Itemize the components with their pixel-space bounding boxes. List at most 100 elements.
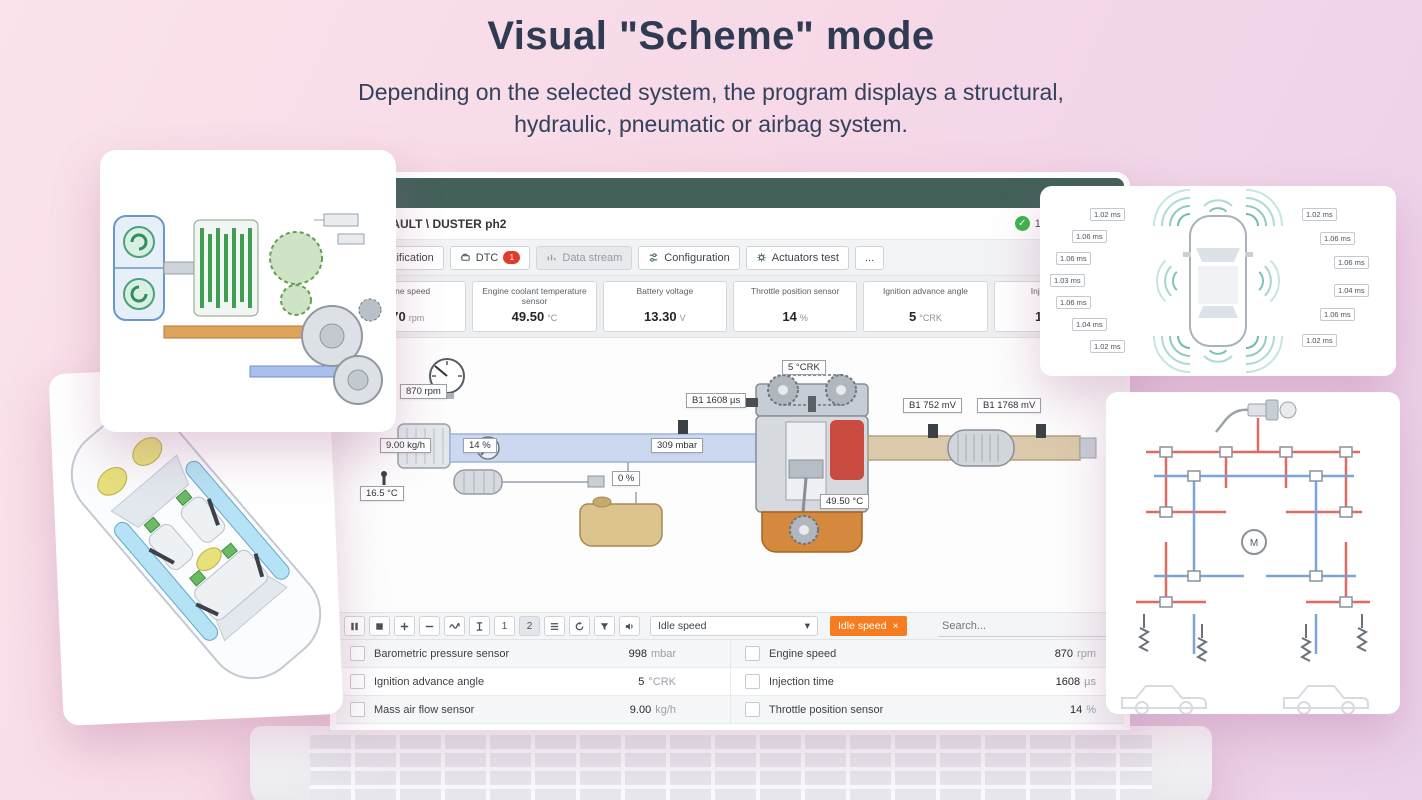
sensor-card-coolant-temp[interactable]: Engine coolant temperature sensor 49.50 °… <box>472 281 597 332</box>
sensor-card-row: Engine speed 870rpm Engine coolant tempe… <box>336 276 1124 338</box>
group-select-value: Idle speed <box>658 620 707 632</box>
page-title: Visual "Scheme" mode <box>487 14 935 58</box>
label-intake-air-temp: 16.5 °C <box>360 486 404 501</box>
filter-tag-idle-speed[interactable]: Idle speed × <box>830 616 907 636</box>
row-checkbox[interactable] <box>350 674 365 689</box>
row-checkbox[interactable] <box>350 646 365 661</box>
row-checkbox[interactable] <box>745 674 760 689</box>
label-mass-air-flow: 9.00 kg/h <box>380 438 432 453</box>
pause-button[interactable] <box>344 616 365 636</box>
sensor-card-unit: °C <box>547 313 558 323</box>
parameter-table: Barometric pressure sensor 998 mbar Engin… <box>336 640 1124 724</box>
zoom-out-button[interactable] <box>419 616 440 636</box>
sensor-card-unit: °CRK <box>919 313 942 323</box>
table-row: Ignition advance angle 5 °CRK Injection t… <box>336 668 1124 696</box>
motor-label: M <box>1250 538 1258 549</box>
pause-icon <box>351 622 358 630</box>
tab-actuators-test-label: Actuators test <box>771 251 839 264</box>
marker-icon <box>476 621 483 631</box>
sensor-card-battery-voltage[interactable]: Battery voltage 13.30 V <box>602 281 727 332</box>
param-unit: kg/h <box>655 703 676 716</box>
label-manifold-pressure: 309 mbar <box>651 438 704 453</box>
label-lambda-upstream: B1 752 mV <box>903 398 962 413</box>
label-purge-valve: 0 % <box>612 471 641 486</box>
param-name: Barometric pressure sensor <box>374 647 510 660</box>
sensor-time-label: 1.04 ms <box>1334 284 1369 297</box>
tab-data-stream[interactable]: Data stream <box>536 245 633 270</box>
refresh-button[interactable] <box>569 616 590 636</box>
list-icon <box>550 622 559 630</box>
sound-button[interactable] <box>619 616 640 636</box>
page: Visual "Scheme" mode Depending on the se… <box>0 0 1422 800</box>
row-checkbox[interactable] <box>745 702 760 717</box>
sensor-time-label: 1.06 ms <box>1320 308 1355 321</box>
sensor-time-label: 1.06 ms <box>1334 256 1369 269</box>
table-row: Barometric pressure sensor 998 mbar Engin… <box>336 640 1124 668</box>
group-select[interactable]: Idle speed ▾ <box>650 616 818 636</box>
label-ignition-advance: 5 °CRK <box>782 360 826 375</box>
hydraulic-scheme-illustration: M <box>1121 399 1370 714</box>
param-unit: °CRK <box>648 675 676 688</box>
plus-icon <box>400 622 409 630</box>
page-1-button[interactable]: 1 <box>494 616 515 636</box>
laptop-keyboard <box>310 733 1152 800</box>
sensor-card-throttle-position[interactable]: Throttle position sensor 14% <box>732 281 858 332</box>
sensor-card-unit: % <box>799 313 808 323</box>
label-coolant-temp: 49.50 °C <box>820 494 870 509</box>
table-cell: Injection time 1608 µs <box>730 668 1124 695</box>
sensor-card-value: 5 <box>909 309 917 324</box>
table-cell: Mass air flow sensor 9.00 kg/h <box>336 696 730 723</box>
sensor-card-value: 13.30 <box>644 309 677 324</box>
player-toolbar: 1 2 Idle speed ▾ Idle speed × <box>336 612 1124 640</box>
page-subtitle: Depending on the selected system, the pr… <box>0 76 1422 140</box>
tab-actuators-test[interactable]: Actuators test <box>745 245 849 270</box>
label-lambda-downstream: B1 1768 mV <box>977 398 1042 413</box>
refresh-icon <box>575 621 584 630</box>
row-checkbox[interactable] <box>745 646 760 661</box>
tab-configuration[interactable]: Configuration <box>638 245 740 270</box>
speaker-icon <box>625 622 633 630</box>
sensor-time-label: 1.03 ms <box>1050 274 1085 287</box>
param-unit: mbar <box>650 647 676 660</box>
param-value: 998 <box>628 647 647 660</box>
sensor-card-name: Throttle position sensor <box>750 286 840 296</box>
label-engine-speed: 870 rpm <box>400 384 447 399</box>
tab-data-stream-label: Data stream <box>562 251 623 264</box>
marker-button[interactable] <box>469 616 490 636</box>
stop-button[interactable] <box>369 616 390 636</box>
zoom-in-button[interactable] <box>394 616 415 636</box>
param-unit: µs <box>1084 675 1096 688</box>
tab-configuration-label: Configuration <box>664 251 730 264</box>
sensor-time-label: 1.02 ms <box>1302 208 1337 221</box>
search-input[interactable] <box>938 615 1116 637</box>
filter-button[interactable] <box>594 616 615 636</box>
tab-more[interactable]: ... <box>855 245 885 270</box>
connected-check-icon: ✓ <box>1014 216 1030 231</box>
app-titlebar <box>336 178 1124 208</box>
table-cell: Ignition advance angle 5 °CRK <box>336 668 730 695</box>
hydraulic-scheme-card: M <box>1106 392 1400 714</box>
chevron-down-icon: ▾ <box>804 620 810 632</box>
data-stream-icon <box>547 254 556 261</box>
sensor-card-name: Engine coolant temperature sensor <box>482 286 587 307</box>
param-value: 870 <box>1054 647 1074 660</box>
vehicle-header: RENAULT \ DUSTER ph2 ✓ 13. <box>336 208 1124 240</box>
tab-dtc[interactable]: DTC 1 <box>449 245 531 270</box>
table-cell: Engine speed 870 rpm <box>730 640 1124 667</box>
param-name: Mass air flow sensor <box>374 703 475 716</box>
row-checkbox[interactable] <box>350 702 365 717</box>
sensor-card-unit: rpm <box>408 313 425 323</box>
param-name: Engine speed <box>769 647 837 660</box>
sensor-card-ignition-advance[interactable]: Ignition advance angle 5 °CRK <box>863 281 988 332</box>
sensor-time-label: 1.02 ms <box>1302 334 1337 347</box>
dtc-icon <box>460 253 470 261</box>
waveform-button[interactable] <box>444 616 465 636</box>
page-2-button[interactable]: 2 <box>519 616 540 636</box>
param-name: Throttle position sensor <box>769 703 884 716</box>
param-unit: rpm <box>1077 647 1096 660</box>
label-throttle-position: 14 % <box>463 438 497 453</box>
list-view-button[interactable] <box>544 616 565 636</box>
param-name: Injection time <box>769 675 834 688</box>
sensor-card-name: Battery voltage <box>636 286 694 296</box>
dtc-count-badge: 1 <box>503 251 521 264</box>
